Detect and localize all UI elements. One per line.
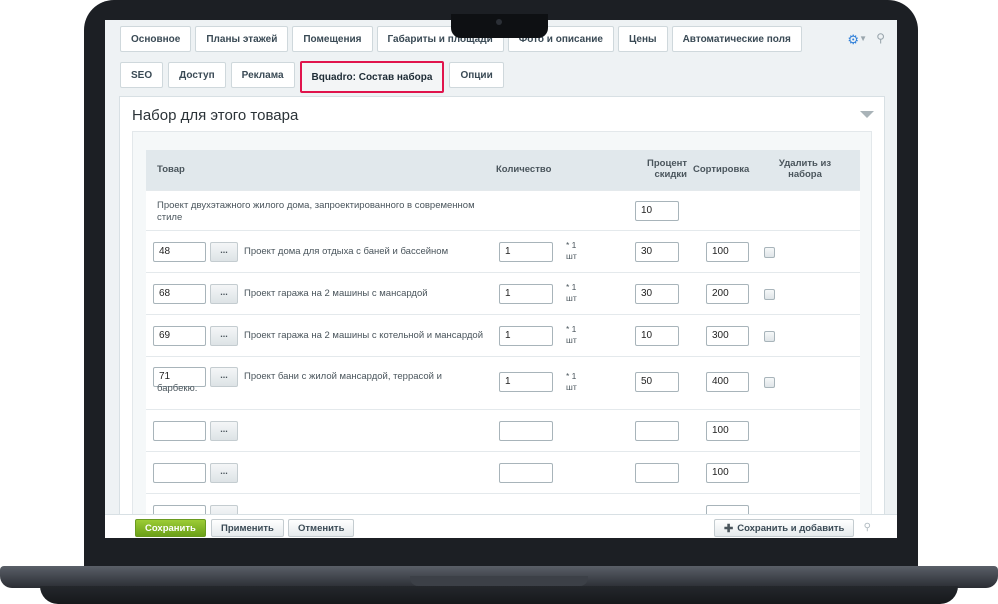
delete-checkbox[interactable] <box>764 377 775 388</box>
tab-access[interactable]: Доступ <box>168 62 226 88</box>
laptop-base-bottom <box>40 586 958 604</box>
unit-label: * 1 шт <box>566 240 577 261</box>
tab-floor-plans[interactable]: Планы этажей <box>195 26 289 52</box>
table-row: 69 ... Проект гаража на 2 машины с котел… <box>146 314 860 356</box>
browse-button[interactable]: ... <box>210 326 238 346</box>
quantity-input[interactable]: 1 <box>499 372 553 392</box>
panel-title: Набор для этого товара <box>132 107 299 124</box>
table-row: ... 100 <box>146 451 860 493</box>
unit-label: * 1 шт <box>566 324 577 345</box>
table-row: ... 100 <box>146 409 860 451</box>
apply-button[interactable]: Применить <box>211 519 284 537</box>
action-footer: Сохранить Применить Отменить ✚ Сохранить… <box>105 514 897 538</box>
set-table-container: Товар Количество Процент скидки Сортиров… <box>132 131 872 538</box>
tab-rooms[interactable]: Помещения <box>292 26 373 52</box>
tab-main[interactable]: Основное <box>120 26 192 52</box>
laptop-base-lip <box>410 576 588 586</box>
main-product-name: Проект двухэтажного жилого дома, запроек… <box>157 200 475 223</box>
discount-input[interactable]: 30 <box>635 242 679 262</box>
sort-input[interactable]: 300 <box>706 326 749 346</box>
camera-icon <box>496 19 502 25</box>
column-discount: Процент скидки <box>647 158 687 180</box>
product-id-input[interactable] <box>153 421 206 441</box>
table-row: 48 ... Проект дома для отдыха с баней и … <box>146 230 860 272</box>
product-name: Проект гаража на 2 машины с мансардой <box>244 288 428 299</box>
pin-icon[interactable]: ⚲ <box>864 522 871 533</box>
product-name: Проект дома для отдыха с баней и бассейн… <box>244 246 449 257</box>
tab-ads[interactable]: Реклама <box>230 62 295 88</box>
tab-options[interactable]: Опции <box>449 62 504 88</box>
quantity-input[interactable]: 1 <box>499 242 553 262</box>
delete-checkbox[interactable] <box>764 289 775 300</box>
product-name: Проект бани с жилой мансардой, террасой … <box>157 371 442 394</box>
sort-input[interactable]: 100 <box>706 463 749 483</box>
cancel-button[interactable]: Отменить <box>288 519 355 537</box>
collapse-triangle-icon[interactable] <box>860 111 874 118</box>
save-button[interactable]: Сохранить <box>135 519 206 537</box>
delete-checkbox[interactable] <box>764 331 775 342</box>
tabs-row-2: SEO Доступ Реклама Bquadro: Состав набор… <box>120 61 504 93</box>
quantity-input[interactable]: 1 <box>499 284 553 304</box>
product-id-input[interactable] <box>153 463 206 483</box>
table-row: Проект двухэтажного жилого дома, запроек… <box>146 190 860 230</box>
browse-button[interactable]: ... <box>210 463 238 483</box>
table-header: Товар Количество Процент скидки Сортиров… <box>146 150 860 190</box>
tab-seo[interactable]: SEO <box>120 62 164 88</box>
browse-button[interactable]: ... <box>210 421 238 441</box>
table-row: 68 ... Проект гаража на 2 машины с манса… <box>146 272 860 314</box>
browse-button[interactable]: ... <box>210 242 238 262</box>
save-and-add-label: Сохранить и добавить <box>737 522 845 534</box>
product-id-input[interactable]: 48 <box>153 242 206 262</box>
tab-auto-fields[interactable]: Автоматические поля <box>671 26 802 52</box>
browse-button[interactable]: ... <box>210 284 238 304</box>
discount-input[interactable]: 50 <box>635 372 679 392</box>
plus-icon: ✚ <box>724 522 734 535</box>
save-and-add-button[interactable]: ✚ Сохранить и добавить <box>714 519 855 537</box>
gear-icon[interactable]: ⚙ <box>847 32 859 48</box>
product-id-input[interactable]: 69 <box>153 326 206 346</box>
product-id-input[interactable]: 68 <box>153 284 206 304</box>
unit-label: * 1 шт <box>566 371 577 392</box>
discount-input[interactable]: 10 <box>635 326 679 346</box>
column-sort: Сортировка <box>693 164 750 175</box>
sort-input[interactable]: 100 <box>706 242 749 262</box>
discount-input[interactable] <box>635 463 679 483</box>
tab-prices[interactable]: Цены <box>618 26 668 52</box>
column-quantity: Количество <box>496 164 552 175</box>
unit-label: * 1 шт <box>566 282 577 303</box>
set-panel: Набор для этого товара Товар Количество … <box>119 96 885 538</box>
delete-checkbox[interactable] <box>764 247 775 258</box>
screen: Основное Планы этажей Помещения Габариты… <box>105 20 897 538</box>
discount-input[interactable] <box>635 421 679 441</box>
product-name: Проект гаража на 2 машины с котельной и … <box>244 330 484 341</box>
column-product: Товар <box>157 164 185 175</box>
tab-bquadro-set[interactable]: Bquadro: Состав набора <box>299 61 445 93</box>
quantity-input[interactable] <box>499 463 553 483</box>
table-row: 71 ... Проект бани с жилой мансардой, те… <box>146 356 860 409</box>
discount-input[interactable]: 10 <box>635 201 679 221</box>
quantity-input[interactable] <box>499 421 553 441</box>
discount-input[interactable]: 30 <box>635 284 679 304</box>
chevron-down-icon[interactable]: ▼ <box>859 34 867 43</box>
column-delete: Удалить из набора <box>778 158 832 180</box>
quantity-input[interactable]: 1 <box>499 326 553 346</box>
sort-input[interactable]: 400 <box>706 372 749 392</box>
sort-input[interactable]: 100 <box>706 421 749 441</box>
sort-input[interactable]: 200 <box>706 284 749 304</box>
pin-icon[interactable]: ⚲ <box>876 31 885 45</box>
camera-notch <box>451 14 548 38</box>
